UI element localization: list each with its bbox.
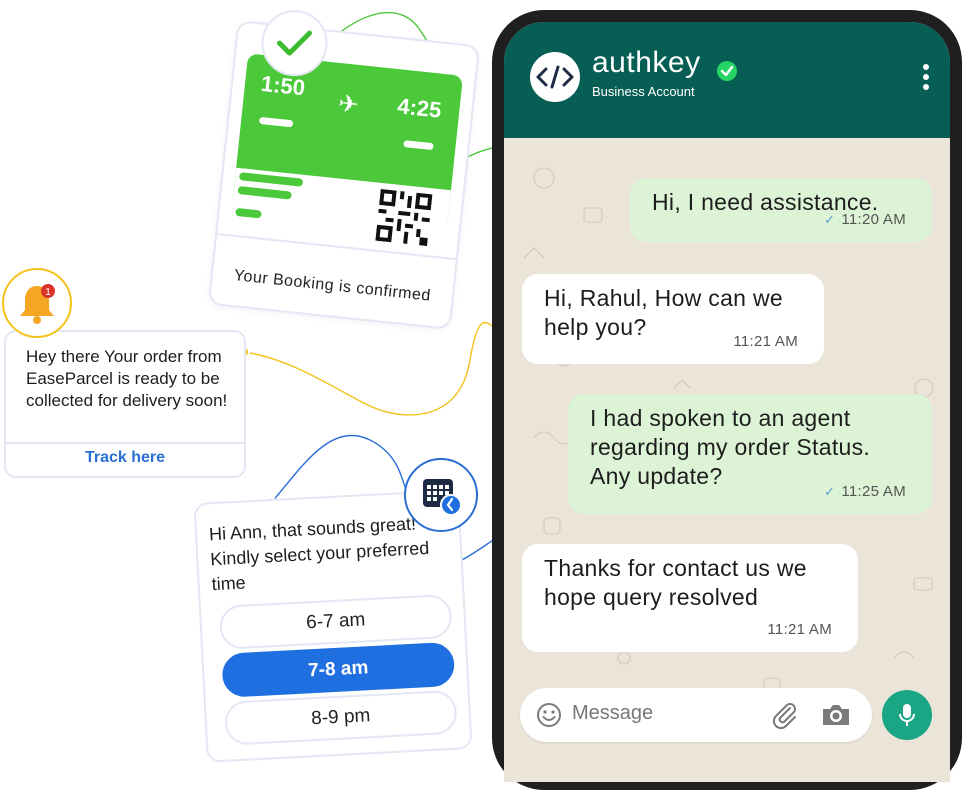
message-input[interactable]: Message bbox=[572, 702, 653, 725]
message-time: 11:21 AM bbox=[767, 621, 832, 638]
whatsapp-screen: authkey Business Account Hi, I need assi… bbox=[504, 22, 950, 782]
sent-tick-icon: ✓ bbox=[824, 484, 836, 499]
notification-card: Hey there Your order from EaseParcel is … bbox=[4, 330, 246, 478]
message-bubble-outgoing: Hi, I need assistance. ✓ 11:20 AM bbox=[630, 178, 932, 242]
notification-divider bbox=[6, 442, 244, 444]
bell-badge: 1 bbox=[2, 268, 72, 338]
airplane-icon: ✈ bbox=[337, 90, 360, 120]
avatar[interactable] bbox=[530, 52, 580, 102]
chat-header: authkey Business Account bbox=[504, 22, 950, 138]
time-slot-option[interactable]: 6-7 am bbox=[218, 593, 453, 650]
emoji-icon[interactable] bbox=[536, 702, 562, 728]
verified-icon bbox=[717, 61, 737, 81]
time-slot-option-selected[interactable]: 7-8 am bbox=[221, 641, 456, 698]
sent-tick-icon: ✓ bbox=[824, 212, 836, 227]
message-bubble-outgoing: I had spoken to an agent regarding my or… bbox=[568, 394, 932, 514]
paperclip-icon[interactable] bbox=[770, 700, 800, 730]
arrival-time: 4:25 bbox=[396, 93, 443, 123]
ticket-detail-bar bbox=[258, 116, 294, 128]
calendar-clock-icon bbox=[423, 479, 462, 516]
contact-subtitle: Business Account bbox=[592, 84, 695, 99]
more-vertical-icon[interactable] bbox=[922, 64, 930, 94]
message-time: 11:20 AM bbox=[841, 211, 906, 228]
ticket-detail-bar bbox=[235, 207, 262, 219]
message-time: 11:21 AM bbox=[733, 333, 798, 350]
track-here-link[interactable]: Track here bbox=[6, 449, 244, 467]
booking-card: 1:50 ✈ 4:25 Your Booking is confirmed bbox=[207, 10, 481, 330]
ticket-detail-bar bbox=[403, 140, 434, 151]
picker-message: Hi Ann, that sounds great! Kindly select… bbox=[208, 513, 430, 595]
calendar-badge bbox=[404, 458, 478, 532]
chat-area: Hi, I need assistance. ✓ 11:20 AM Hi, Rah… bbox=[504, 138, 950, 782]
camera-icon[interactable] bbox=[820, 702, 852, 728]
message-bubble-incoming: Hi, Rahul, How can we help you? 11:21 AM bbox=[522, 274, 824, 364]
contact-name[interactable]: authkey bbox=[592, 46, 701, 80]
qr-code-icon bbox=[375, 188, 433, 247]
microphone-icon bbox=[899, 704, 915, 726]
message-input-bar[interactable]: Message bbox=[520, 688, 872, 742]
message-time: 11:25 AM bbox=[841, 483, 906, 500]
code-brackets-icon bbox=[536, 65, 574, 89]
microphone-button[interactable] bbox=[882, 690, 932, 740]
notification-count: 1 bbox=[45, 287, 51, 298]
ticket-detail-bar bbox=[237, 186, 292, 200]
notification-message: Hey there Your order from EaseParcel is … bbox=[26, 347, 228, 410]
check-icon bbox=[277, 30, 313, 56]
message-text: Thanks for contact us we hope query reso… bbox=[544, 555, 807, 610]
bell-icon: 1 bbox=[20, 284, 55, 324]
message-bubble-incoming: Thanks for contact us we hope query reso… bbox=[522, 544, 858, 652]
booking-caption: Your Booking is confirmed bbox=[233, 267, 432, 305]
time-slot-option[interactable]: 8-9 pm bbox=[223, 689, 458, 746]
ticket-detail-bar bbox=[238, 172, 304, 187]
check-badge bbox=[261, 10, 328, 77]
